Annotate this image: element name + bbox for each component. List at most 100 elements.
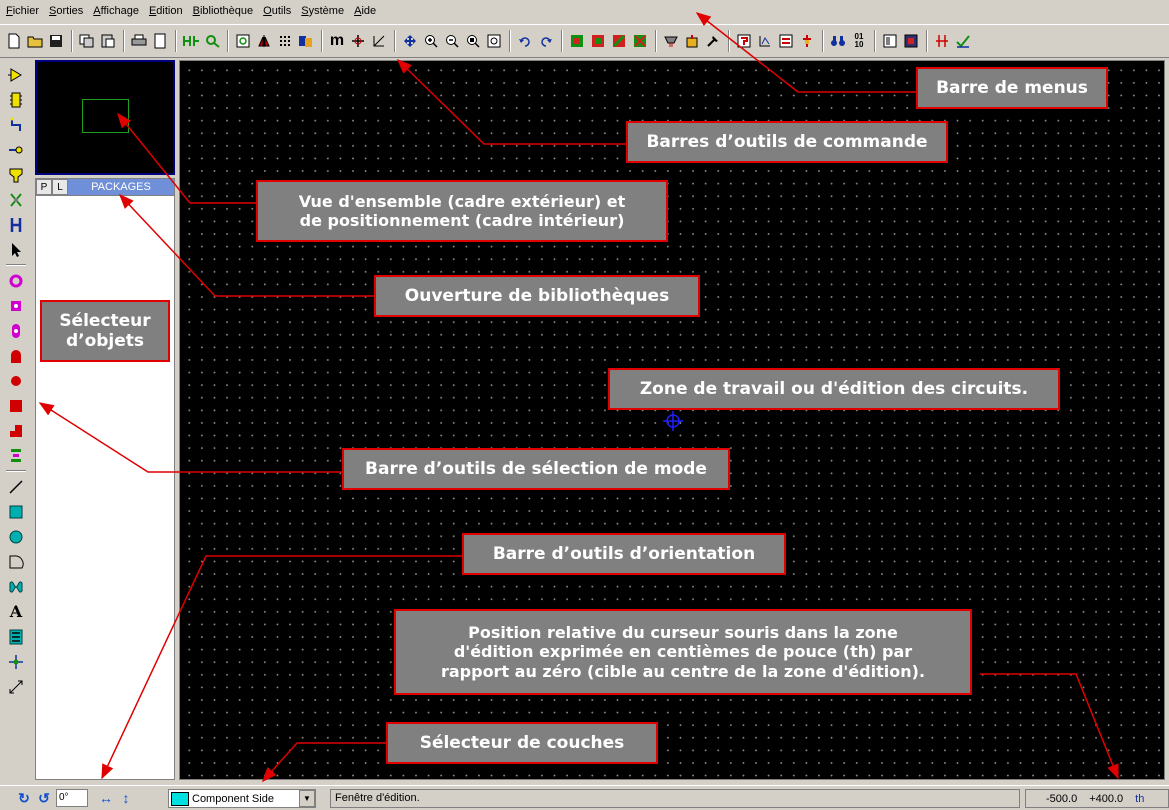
menu-affichage[interactable]: Affichage <box>89 5 145 17</box>
toolbar-separator <box>874 30 876 52</box>
object-list[interactable] <box>36 196 174 779</box>
layers-color-icon[interactable] <box>296 30 316 52</box>
menu-outils[interactable]: Outils <box>259 5 297 17</box>
rotate-cw-icon[interactable]: ↻ <box>14 788 34 808</box>
target-mode-icon[interactable] <box>5 649 27 674</box>
coord-x: -500.0 <box>1046 792 1078 805</box>
zoom-window-icon[interactable] <box>463 30 483 52</box>
package-icon[interactable] <box>682 30 702 52</box>
copy-block-icon[interactable] <box>77 30 97 52</box>
arc-mode-icon[interactable] <box>5 549 27 574</box>
ratsnest-icon[interactable] <box>755 30 775 52</box>
annotation-selector-line2: d’objets <box>65 331 145 351</box>
mirror-icon[interactable] <box>254 30 274 52</box>
zoom-out-icon[interactable] <box>442 30 462 52</box>
netlist-icon[interactable] <box>181 30 201 52</box>
toolbar-separator <box>561 30 563 52</box>
rect-smd-icon[interactable] <box>5 393 27 418</box>
terminal-mode-icon[interactable] <box>5 162 27 187</box>
refresh-icon[interactable] <box>233 30 253 52</box>
label-mode-icon[interactable] <box>5 624 27 649</box>
angle-field[interactable]: 0° <box>56 789 88 807</box>
annotation-menu-bar: Barre de menus <box>916 67 1108 109</box>
pin-mode-icon[interactable] <box>5 137 27 162</box>
text-mode-icon[interactable]: A <box>5 599 27 624</box>
new-file-icon[interactable] <box>4 30 24 52</box>
annotation-selector-line1: Sélecteur <box>59 310 151 331</box>
menu-sorties[interactable]: Sorties <box>45 5 89 17</box>
library-tab-l[interactable]: L <box>52 179 68 195</box>
paste-block-icon[interactable] <box>98 30 118 52</box>
menu-systeme[interactable]: Système <box>297 5 350 17</box>
undo-icon[interactable] <box>515 30 535 52</box>
menu-bibliotheque[interactable]: Bibliothèque <box>189 5 260 17</box>
overview-panel[interactable] <box>35 60 175 175</box>
menu-fichier[interactable]: Fichier <box>2 5 45 17</box>
pin-spacing-icon[interactable] <box>932 30 952 52</box>
metric-units-icon[interactable]: m <box>327 30 347 52</box>
grid-icon[interactable] <box>275 30 295 52</box>
dimension-mode-icon[interactable] <box>5 674 27 699</box>
polygon-mode-icon[interactable] <box>5 574 27 599</box>
zoom-in-icon[interactable] <box>421 30 441 52</box>
design-rules-icon[interactable] <box>734 30 754 52</box>
annotation-command-toolbars: Barres d’outils de commande <box>626 121 948 163</box>
select-arrow-icon[interactable] <box>5 237 27 262</box>
mode-separator <box>6 470 26 472</box>
toolbar-separator <box>175 30 177 52</box>
line-mode-icon[interactable] <box>5 474 27 499</box>
pan-icon[interactable] <box>400 30 420 52</box>
smd-pad-icon[interactable] <box>5 343 27 368</box>
component-red-green-icon[interactable] <box>567 30 587 52</box>
tracks-icon[interactable] <box>776 30 796 52</box>
flip-horizontal-icon[interactable]: ↔ <box>96 788 116 808</box>
menu-edition[interactable]: Edition <box>145 5 189 17</box>
rotate-ccw-icon[interactable]: ↺ <box>34 788 54 808</box>
oval-pad-icon[interactable] <box>5 318 27 343</box>
annotation-layer-selector: Sélecteur de couches <box>386 722 658 764</box>
toolbar-separator <box>71 30 73 52</box>
ratsnest-mode-icon[interactable] <box>5 187 27 212</box>
save-icon[interactable] <box>46 30 66 52</box>
layer-selector[interactable]: Component Side ▼ <box>168 789 316 808</box>
package-mode-icon[interactable] <box>5 87 27 112</box>
redo-icon[interactable] <box>536 30 556 52</box>
netlist-numbers-icon[interactable]: 01 10 <box>849 30 869 52</box>
unroute-icon[interactable] <box>630 30 650 52</box>
square-pad-icon[interactable] <box>5 293 27 318</box>
layout-view-icon[interactable] <box>880 30 900 52</box>
overview-viewport-frame[interactable] <box>82 99 129 133</box>
polygon-pad-icon[interactable] <box>5 418 27 443</box>
autoroute-icon[interactable] <box>609 30 629 52</box>
menu-aide[interactable]: Aide <box>350 5 382 17</box>
check-icon[interactable] <box>953 30 973 52</box>
circle-mode-icon[interactable] <box>5 524 27 549</box>
chevron-down-icon[interactable]: ▼ <box>299 790 315 807</box>
connector-icon[interactable] <box>797 30 817 52</box>
pad-array-icon[interactable] <box>5 443 27 468</box>
board-view-icon[interactable] <box>901 30 921 52</box>
measure-icon[interactable] <box>369 30 389 52</box>
toolbar-separator <box>655 30 657 52</box>
round-pad-icon[interactable] <box>5 268 27 293</box>
origin-icon[interactable] <box>348 30 368 52</box>
component-mode-icon[interactable] <box>5 62 27 87</box>
open-folder-icon[interactable] <box>25 30 45 52</box>
drc-icon[interactable] <box>661 30 681 52</box>
round-smd-icon[interactable] <box>5 368 27 393</box>
toolbar-separator <box>926 30 928 52</box>
netlist-search-icon[interactable] <box>202 30 222 52</box>
page-setup-icon[interactable] <box>150 30 170 52</box>
binoculars-icon[interactable] <box>828 30 848 52</box>
bus-mode-icon[interactable] <box>5 212 27 237</box>
rectangle-mode-icon[interactable] <box>5 499 27 524</box>
library-tab-p[interactable]: P <box>36 179 52 195</box>
library-title[interactable]: PACKAGES <box>68 179 174 195</box>
print-icon[interactable] <box>129 30 149 52</box>
flip-vertical-icon[interactable]: ↕ <box>116 788 136 808</box>
component-flip-icon[interactable] <box>588 30 608 52</box>
hammer-icon[interactable] <box>703 30 723 52</box>
toolbar-separator <box>123 30 125 52</box>
zoom-all-icon[interactable] <box>484 30 504 52</box>
trace-mode-icon[interactable] <box>5 112 27 137</box>
